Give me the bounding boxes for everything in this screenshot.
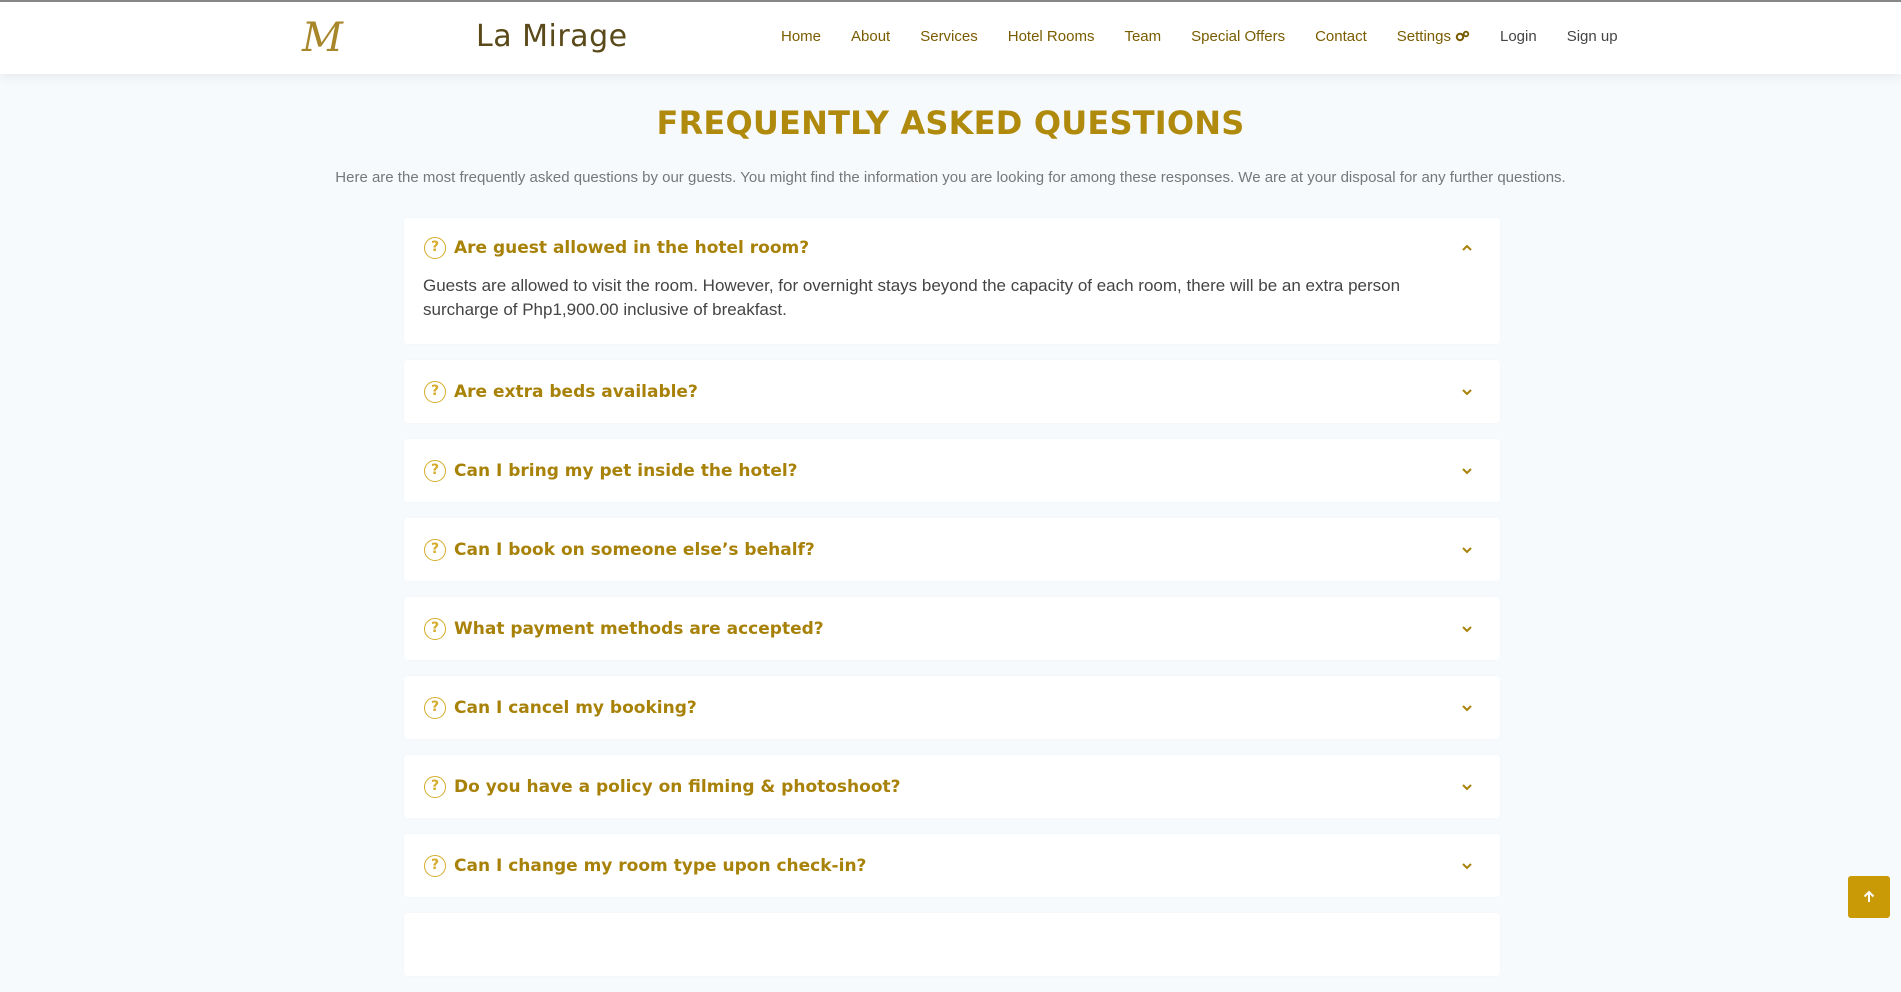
faq-question: Can I bring my pet inside the hotel? xyxy=(454,460,798,481)
chevron-down-icon xyxy=(1462,704,1472,711)
chevron-down-icon xyxy=(1462,467,1472,474)
faq-question-toggle[interactable]: ? Are guest allowed in the hotel room? xyxy=(404,218,1500,278)
faq-question-toggle[interactable] xyxy=(404,913,1500,976)
faq-item-partial xyxy=(404,913,1500,976)
faq-question-toggle[interactable]: ? Do you have a policy on filming & phot… xyxy=(404,755,1500,818)
question-circle-icon: ? xyxy=(424,775,446,798)
faq-question-toggle[interactable]: ? Can I cancel my booking? xyxy=(404,676,1500,739)
faq-question: Can I book on someone else’s behalf? xyxy=(454,539,815,560)
chevron-down-icon xyxy=(1462,546,1472,553)
faq-question: Can I cancel my booking? xyxy=(454,697,697,718)
arrow-up-icon xyxy=(1863,890,1875,902)
faq-question-toggle[interactable]: ? Can I book on someone else’s behalf? xyxy=(404,518,1500,581)
faq-question: Do you have a policy on filming & photos… xyxy=(454,776,901,797)
faq-item: ? Can I cancel my booking? xyxy=(404,676,1500,739)
site-header: M La Mirage Home About Services Hotel Ro… xyxy=(0,2,1901,74)
faq-item: ? Are extra beds available? xyxy=(404,360,1500,423)
page-title: FREQUENTLY ASKED QUESTIONS xyxy=(656,104,1245,142)
chevron-down-icon xyxy=(1462,625,1472,632)
question-circle-icon: ? xyxy=(424,459,446,482)
faq-question-toggle[interactable]: ? Can I change my room type upon check-i… xyxy=(404,834,1500,897)
nav-about[interactable]: About xyxy=(851,28,890,45)
question-circle-icon: ? xyxy=(424,854,446,877)
faq-item: ? Can I bring my pet inside the hotel? xyxy=(404,439,1500,502)
main-nav: Home About Services Hotel Rooms Team Spe… xyxy=(781,28,1648,45)
faq-item: ? Can I book on someone else’s behalf? xyxy=(404,518,1500,581)
chevron-down-icon xyxy=(1462,388,1472,395)
page-subtitle: Here are the most frequently asked quest… xyxy=(335,169,1566,186)
question-circle-icon: ? xyxy=(424,617,446,640)
question-circle-icon: ? xyxy=(424,696,446,719)
nav-contact[interactable]: Contact xyxy=(1315,28,1367,45)
faq-item: ? Can I change my room type upon check-i… xyxy=(404,834,1500,897)
chevron-up-icon xyxy=(1462,244,1472,251)
nav-services[interactable]: Services xyxy=(920,28,978,45)
login-link[interactable]: Login xyxy=(1500,28,1537,45)
nav-team[interactable]: Team xyxy=(1124,28,1161,45)
faq-question: Can I change my room type upon check-in? xyxy=(454,855,867,876)
faq-accordion: ? Are guest allowed in the hotel room? G… xyxy=(404,218,1500,992)
nav-special-offers[interactable]: Special Offers xyxy=(1191,28,1285,45)
logo-icon[interactable]: M xyxy=(302,16,343,60)
faq-question-toggle[interactable]: ? Are extra beds available? xyxy=(404,360,1500,423)
faq-question-toggle[interactable]: ? What payment methods are accepted? xyxy=(404,597,1500,660)
question-circle-icon: ? xyxy=(424,380,446,403)
faq-item: ? Do you have a policy on filming & phot… xyxy=(404,755,1500,818)
question-circle-icon: ? xyxy=(424,538,446,561)
faq-question-toggle[interactable]: ? Can I bring my pet inside the hotel? xyxy=(404,439,1500,502)
gears-icon xyxy=(1455,30,1470,42)
brand-name[interactable]: La Mirage xyxy=(476,19,628,54)
nav-settings[interactable]: Settings xyxy=(1397,28,1470,45)
faq-item: ? Are guest allowed in the hotel room? G… xyxy=(404,218,1500,344)
faq-answer: Guests are allowed to visit the room. Ho… xyxy=(423,276,1401,319)
chevron-down-icon xyxy=(1462,783,1472,790)
faq-question: Are guest allowed in the hotel room? xyxy=(454,238,810,258)
back-to-top-button[interactable] xyxy=(1848,876,1890,918)
question-circle-icon: ? xyxy=(424,237,446,259)
faq-question: What payment methods are accepted? xyxy=(454,618,824,639)
nav-home[interactable]: Home xyxy=(781,28,821,45)
faq-question: Are extra beds available? xyxy=(454,381,698,402)
chevron-down-icon xyxy=(1462,862,1472,869)
faq-item: ? What payment methods are accepted? xyxy=(404,597,1500,660)
nav-hotel-rooms[interactable]: Hotel Rooms xyxy=(1008,28,1095,45)
nav-settings-label: Settings xyxy=(1396,28,1451,45)
signup-link[interactable]: Sign up xyxy=(1567,28,1618,45)
